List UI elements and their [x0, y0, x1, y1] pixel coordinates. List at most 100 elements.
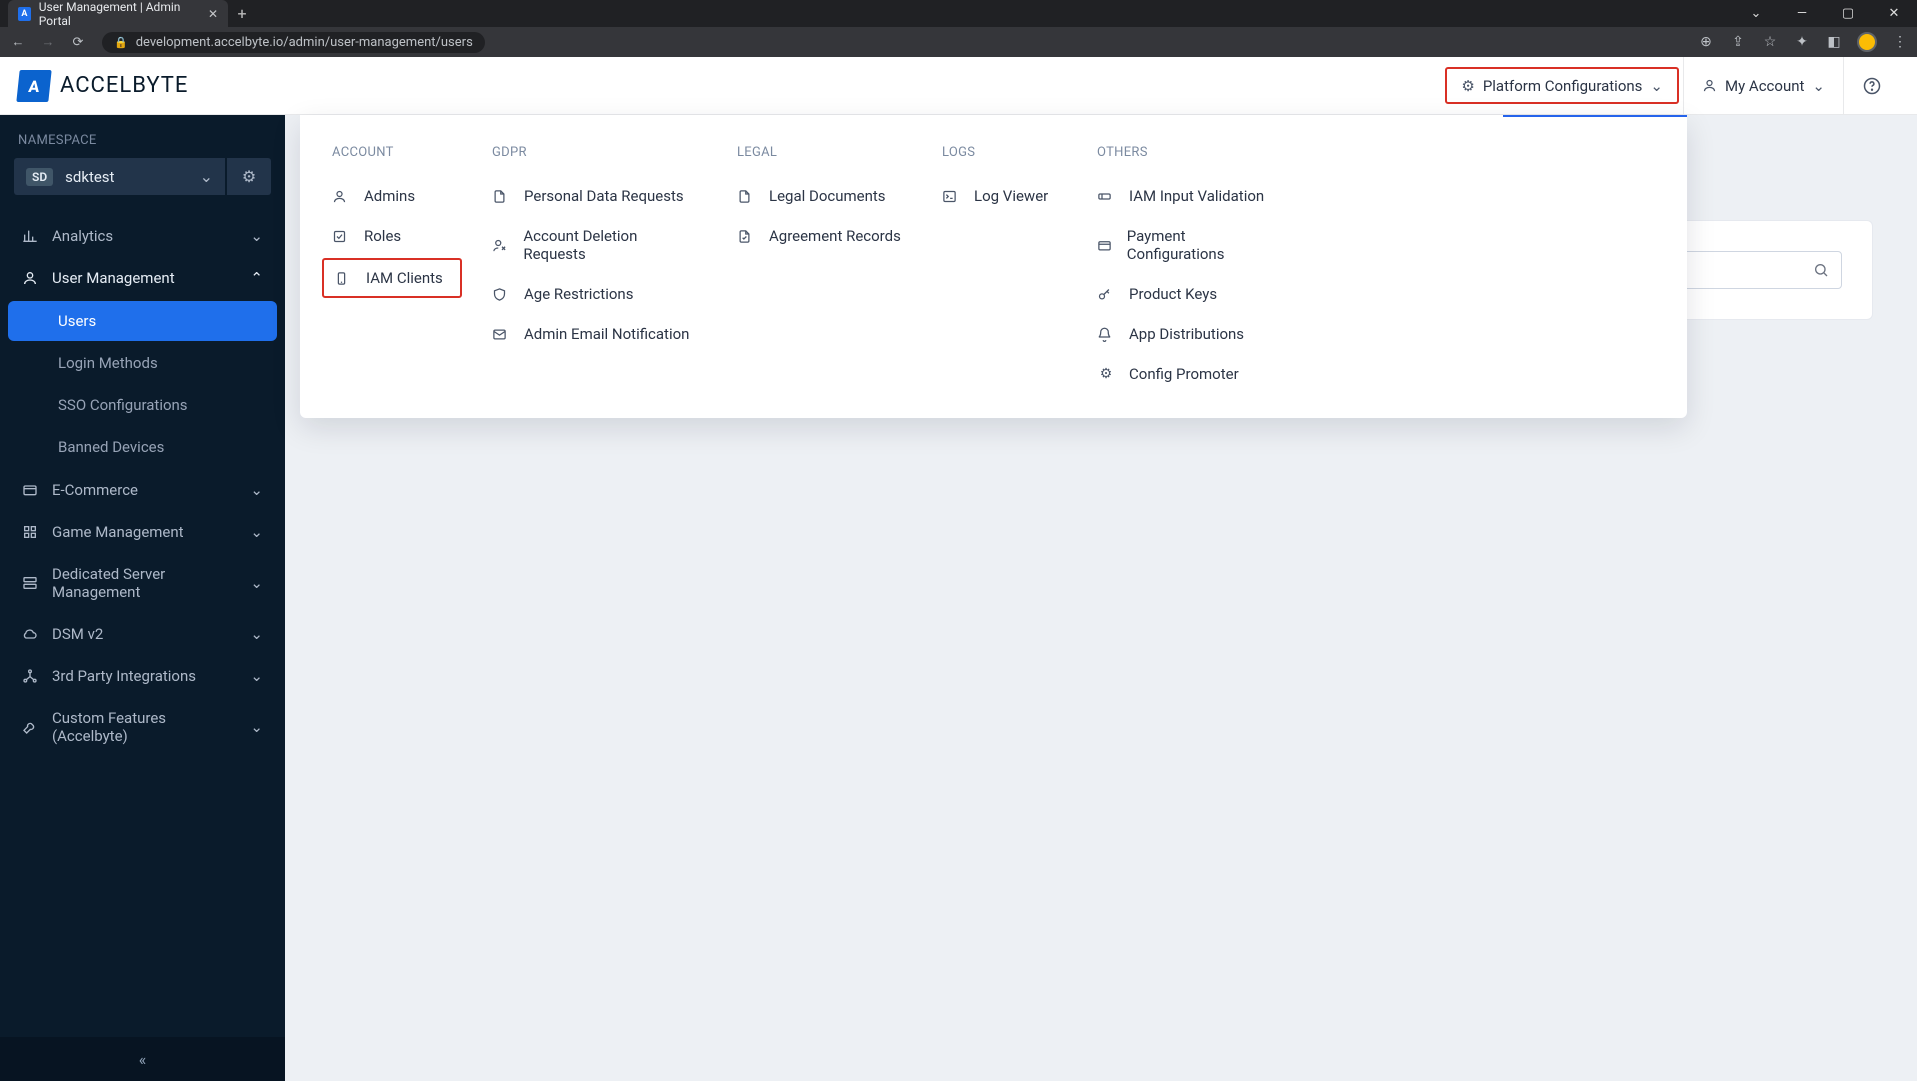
sidebar-item-label: DSM v2: [52, 625, 103, 643]
mega-item-product-keys[interactable]: Product Keys: [1087, 276, 1277, 312]
maximize-icon[interactable]: ▢: [1825, 0, 1871, 27]
sidebar-collapse-button[interactable]: «: [0, 1037, 285, 1081]
mega-col-logs: LOGS Log Viewer: [932, 145, 1067, 392]
mega-col-account: ACCOUNT Admins Roles IAM Clients: [322, 145, 462, 392]
bookmark-icon[interactable]: ☆: [1761, 34, 1779, 50]
my-account-button[interactable]: My Account ⌄: [1683, 57, 1843, 114]
chevron-down-icon: ⌄: [250, 574, 263, 592]
namespace-settings-button[interactable]: ⚙: [227, 158, 271, 195]
sidebar-item-dedicated-server-management[interactable]: Dedicated Server Management ⌄: [0, 553, 285, 613]
chevron-down-icon: ⌄: [250, 227, 263, 245]
minimize-icon[interactable]: —: [1779, 0, 1825, 27]
key-icon: [1097, 287, 1115, 302]
extensions-icon[interactable]: ✦: [1793, 34, 1811, 50]
forward-button: →: [38, 34, 58, 50]
url-text: development.accelbyte.io/admin/user-mana…: [136, 35, 473, 50]
chevron-down-icon: ⌄: [1650, 77, 1663, 95]
mega-item-iam-clients[interactable]: IAM Clients: [322, 258, 462, 298]
namespace-selector-row: SD sdktest ⌄ ⚙: [0, 158, 285, 209]
back-button[interactable]: ←: [8, 34, 28, 50]
mega-item-agreement-records[interactable]: Agreement Records: [727, 218, 912, 254]
document-icon: [492, 189, 510, 204]
topbar-right: ⚙ Platform Configurations ⌄ My Account ⌄: [1441, 57, 1899, 114]
sidebar-item-label: E-Commerce: [52, 481, 138, 499]
kebab-menu-icon[interactable]: ⋮: [1891, 34, 1909, 50]
mega-item-label: Agreement Records: [769, 227, 901, 245]
checkbox-icon: [332, 229, 350, 244]
chevron-down-icon[interactable]: ⌄: [1733, 0, 1779, 27]
input-icon: [1097, 189, 1115, 204]
sidebar-item-label: Game Management: [52, 523, 184, 541]
logo-text: ACCELBYTE: [60, 73, 188, 98]
profile-avatar[interactable]: [1857, 32, 1877, 52]
shield-icon: [492, 287, 510, 302]
mega-item-legal-documents[interactable]: Legal Documents: [727, 178, 912, 214]
chevron-up-icon: ⌃: [250, 269, 263, 287]
mega-item-label: Roles: [364, 227, 401, 245]
share-icon[interactable]: ⇪: [1729, 34, 1747, 50]
mega-item-payment-configurations[interactable]: Payment Configurations: [1087, 218, 1277, 272]
sidebar-item-label: Custom Features (Accelbyte): [52, 709, 236, 745]
chart-icon: [22, 228, 38, 244]
chevron-down-icon: ⌄: [200, 167, 213, 186]
sidebar-item-game-management[interactable]: Game Management ⌄: [0, 511, 285, 553]
document-check-icon: [737, 229, 755, 244]
browser-chrome: A User Management | Admin Portal ✕ + ⌄ —…: [0, 0, 1917, 57]
platform-configurations-button[interactable]: ⚙ Platform Configurations ⌄: [1445, 67, 1679, 104]
sidebar-subitem-users[interactable]: Users: [8, 301, 277, 341]
tab-title: User Management | Admin Portal: [39, 0, 200, 28]
user-icon: [332, 189, 350, 204]
mega-item-label: Personal Data Requests: [524, 187, 684, 205]
mega-item-personal-data-requests[interactable]: Personal Data Requests: [482, 178, 707, 214]
mega-heading: OTHERS: [1087, 145, 1277, 160]
mega-item-iam-input-validation[interactable]: IAM Input Validation: [1087, 178, 1277, 214]
sidebar-item-user-management[interactable]: User Management ⌃: [0, 257, 285, 299]
logo[interactable]: A ACCELBYTE: [18, 70, 188, 102]
mega-heading: ACCOUNT: [322, 145, 462, 160]
close-window-icon[interactable]: ✕: [1871, 0, 1917, 27]
namespace-heading: NAMESPACE: [0, 115, 285, 158]
sidebar-item-custom-features[interactable]: Custom Features (Accelbyte) ⌄: [0, 697, 285, 757]
mega-item-account-deletion-requests[interactable]: Account Deletion Requests: [482, 218, 707, 272]
sidebar-subitem-banned-devices[interactable]: Banned Devices: [8, 427, 277, 467]
user-icon: [1702, 78, 1717, 93]
browser-tab[interactable]: A User Management | Admin Portal ✕: [8, 0, 228, 27]
mega-item-label: Age Restrictions: [524, 285, 633, 303]
close-tab-icon[interactable]: ✕: [208, 7, 218, 21]
panel-icon[interactable]: ◧: [1825, 34, 1843, 50]
sidebar-subitem-login-methods[interactable]: Login Methods: [8, 343, 277, 383]
reload-button[interactable]: ⟳: [68, 35, 88, 50]
sidebar-item-dsm-v2[interactable]: DSM v2 ⌄: [0, 613, 285, 655]
chevron-down-icon: ⌄: [250, 625, 263, 643]
chevron-down-icon: ⌄: [250, 523, 263, 541]
tab-favicon: A: [18, 7, 31, 21]
address-bar[interactable]: 🔒 development.accelbyte.io/admin/user-ma…: [102, 32, 485, 53]
topbar: A ACCELBYTE ⚙ Platform Configurations ⌄ …: [0, 57, 1917, 115]
mega-item-roles[interactable]: Roles: [322, 218, 462, 254]
sidebar-item-label: Users: [58, 312, 96, 330]
sidebar-item-ecommerce[interactable]: E-Commerce ⌄: [0, 469, 285, 511]
mega-item-age-restrictions[interactable]: Age Restrictions: [482, 276, 707, 312]
mega-item-admins[interactable]: Admins: [322, 178, 462, 214]
mega-item-app-distributions[interactable]: App Distributions: [1087, 316, 1277, 352]
mega-item-log-viewer[interactable]: Log Viewer: [932, 178, 1067, 214]
namespace-selector[interactable]: SD sdktest ⌄: [14, 158, 225, 195]
mail-icon: [492, 327, 510, 342]
sidebar-item-label: Login Methods: [58, 354, 158, 372]
zoom-icon[interactable]: ⊕: [1697, 34, 1715, 50]
sidebar-item-label: 3rd Party Integrations: [52, 667, 196, 685]
mega-item-label: Account Deletion Requests: [523, 227, 697, 263]
sidebar-item-analytics[interactable]: Analytics ⌄: [0, 215, 285, 257]
mega-item-label: IAM Input Validation: [1129, 187, 1264, 205]
chevron-down-icon: ⌄: [250, 718, 263, 736]
mega-item-admin-email-notification[interactable]: Admin Email Notification: [482, 316, 707, 352]
namespace-name: sdktest: [65, 168, 114, 186]
mega-item-config-promoter[interactable]: ⚙ Config Promoter: [1087, 356, 1277, 392]
new-tab-button[interactable]: +: [228, 0, 256, 27]
sidebar-subitem-sso-configurations[interactable]: SSO Configurations: [8, 385, 277, 425]
sidebar-item-3rd-party-integrations[interactable]: 3rd Party Integrations ⌄: [0, 655, 285, 697]
sidebar-item-label: Analytics: [52, 227, 113, 245]
help-button[interactable]: [1843, 57, 1899, 114]
address-bar-row: ← → ⟳ 🔒 development.accelbyte.io/admin/u…: [0, 27, 1917, 57]
sidebar-submenu-user-management: Users Login Methods SSO Configurations B…: [0, 301, 285, 467]
